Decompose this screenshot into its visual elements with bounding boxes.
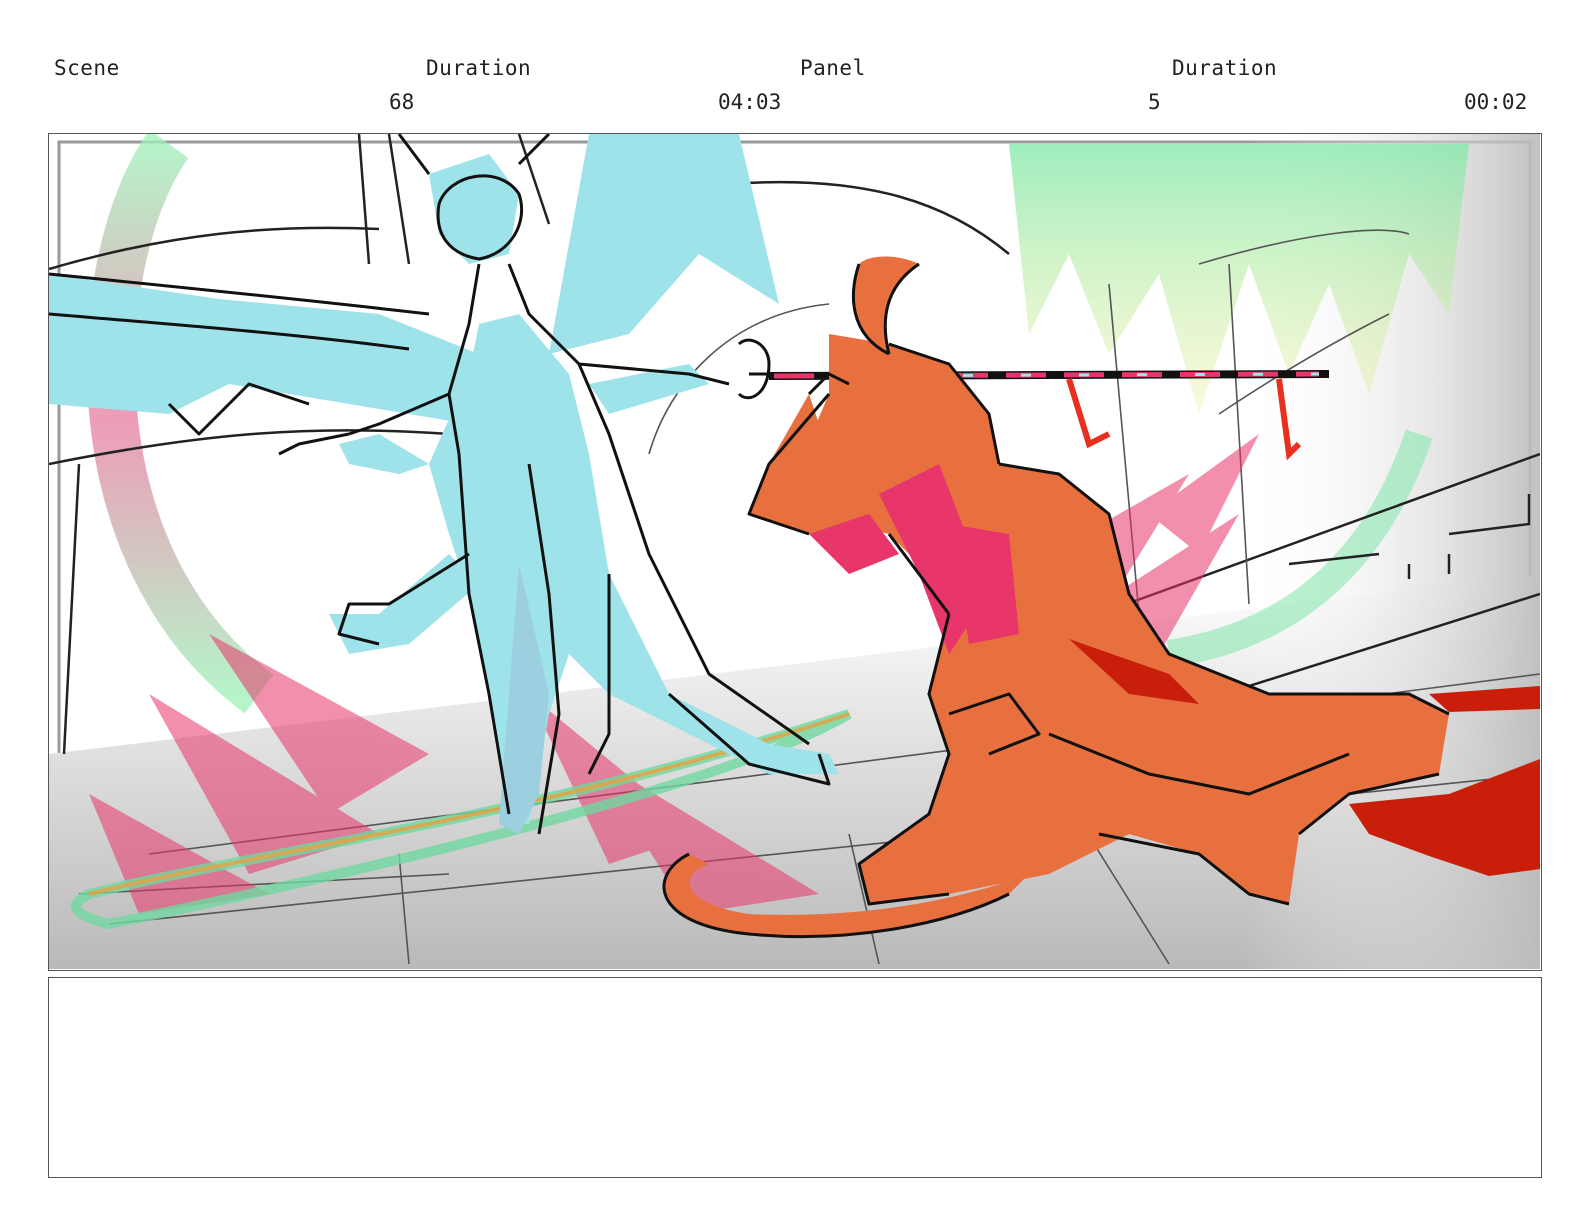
scene-label: Scene <box>54 56 120 80</box>
panel-duration-label: Duration <box>1172 56 1278 80</box>
scene-duration-value: 04:03 <box>718 90 782 114</box>
scene-duration-label: Duration <box>426 56 532 80</box>
panel-notes-text <box>49 978 1541 998</box>
panel-notes-box[interactable] <box>48 977 1542 1178</box>
scene-number: 68 <box>389 90 415 114</box>
panel-duration-value: 00:02 <box>1464 90 1528 114</box>
panel-label: Panel <box>800 56 866 80</box>
panel-number: 5 <box>1148 90 1161 114</box>
storyboard-panel <box>48 133 1542 971</box>
storyboard-sketch <box>49 134 1540 969</box>
